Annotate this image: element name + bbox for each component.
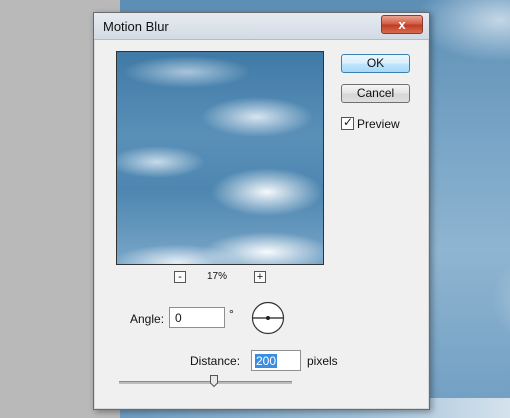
blur-preview-pane[interactable] — [116, 51, 324, 265]
close-button[interactable]: x — [381, 15, 423, 34]
cancel-button[interactable]: Cancel — [341, 84, 410, 103]
preview-label: Preview — [357, 117, 400, 131]
zoom-controls: - 17% + — [174, 271, 268, 287]
distance-input[interactable]: 200 — [251, 350, 301, 371]
zoom-out-button[interactable]: - — [174, 271, 186, 283]
preview-option[interactable]: ✓ Preview — [341, 115, 400, 131]
ok-button[interactable]: OK — [341, 54, 410, 73]
distance-slider-track[interactable] — [119, 381, 292, 384]
zoom-level: 17% — [207, 271, 228, 282]
angle-dial-icon[interactable] — [251, 301, 285, 335]
distance-value: 200 — [255, 354, 278, 368]
distance-unit: pixels — [307, 354, 338, 368]
preview-checkbox[interactable]: ✓ — [341, 115, 354, 130]
distance-slider-thumb[interactable] — [210, 375, 219, 387]
distance-label: Distance: — [190, 354, 241, 368]
motion-blur-dialog: Motion Blur x - 17% + OK Cancel ✓ Preview… — [93, 12, 430, 410]
dialog-titlebar[interactable]: Motion Blur x — [94, 13, 429, 40]
degree-symbol: ° — [229, 307, 234, 321]
close-icon: x — [398, 17, 406, 32]
angle-label: Angle: — [130, 312, 165, 326]
dialog-title: Motion Blur — [103, 19, 169, 34]
zoom-in-button[interactable]: + — [254, 271, 266, 283]
angle-input[interactable]: 0 — [169, 307, 225, 328]
checkmark-icon: ✓ — [343, 115, 354, 129]
